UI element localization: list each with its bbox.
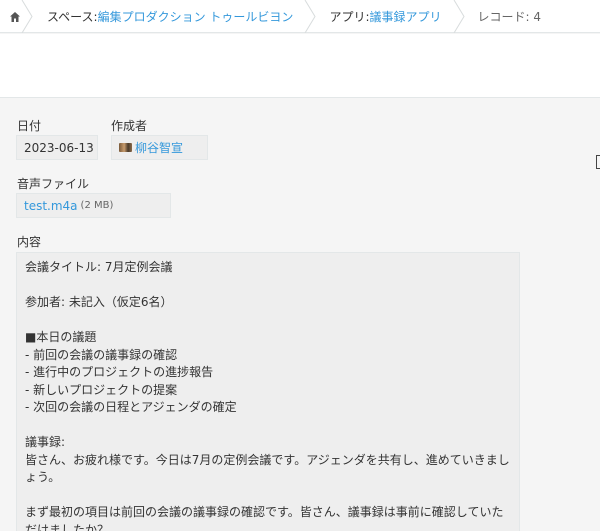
breadcrumb-space[interactable]: スペース: 編集プロダクション トゥールビヨン [30,0,317,33]
breadcrumb-home[interactable] [0,0,33,33]
content-line [25,487,511,505]
content-line: 会議タイトル: 7月定例会議 [25,260,173,274]
content-line: まず最初の項目は前回の会議の議事録の確認です。皆さん、議事録は事前に確認していた… [25,505,504,531]
date-value: 2023-06-13 [24,140,94,155]
author-label: 作成者 [111,119,148,133]
breadcrumb-space-prefix: スペース: [47,10,98,24]
audio-file-link[interactable]: test.m4a [24,199,78,213]
content-line [25,277,511,295]
content-line: 議事録: [25,435,66,449]
audio-file-field: test.m4a (2 MB) [16,193,171,218]
toolbar-area [0,34,600,98]
content-field: 会議タイトル: 7月定例会議 参加者: 未記入（仮定6名） ■本日の議題 - 前回の会… [16,252,520,531]
audio-label: 音声ファイル [17,177,90,191]
content-line [25,312,511,330]
content-line: - 進行中のプロジェクトの進捗報告 [25,365,214,379]
audio-file-size: (2 MB) [80,200,114,211]
date-field: 2023-06-13 [16,135,98,160]
content-line [25,417,511,435]
content-label: 内容 [17,235,42,249]
breadcrumb: スペース: 編集プロダクション トゥールビヨン アプリ: 議事録アプリ レコード… [0,0,600,33]
author-link[interactable]: 柳谷智宣 [135,139,183,156]
content-line: ■本日の議題 [25,330,97,344]
user-avatar [119,143,132,152]
breadcrumb-app-link[interactable]: 議事録アプリ [369,8,441,25]
content-line: 参加者: 未記入（仮定6名） [25,295,173,309]
content-line: - 前回の会議の議事録の確認 [25,347,178,362]
date-label: 日付 [17,119,42,133]
mouse-cursor-icon [596,155,600,169]
breadcrumb-space-link[interactable]: 編集プロダクション トゥールビヨン [98,8,294,25]
breadcrumb-record: レコード: 4 [477,10,542,24]
content-line: - 次回の会議の日程とアジェンダの確定 [25,400,237,414]
author-field: 柳谷智宣 [111,135,208,160]
breadcrumb-app-prefix: アプリ: [329,10,370,24]
content-line: - 新しいプロジェクトの提案 [25,382,178,397]
breadcrumb-app[interactable]: アプリ: 議事録アプリ [313,0,465,33]
content-line: 皆さん、お疲れ様です。今日は7月の定例会議です。アジェンダを共有し、進めていきま… [25,452,510,485]
